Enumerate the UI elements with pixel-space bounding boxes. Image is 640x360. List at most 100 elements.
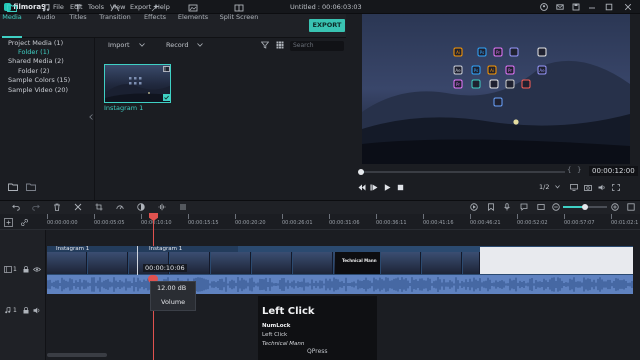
lock-icon[interactable] bbox=[23, 266, 29, 273]
tab-elements[interactable]: Elements bbox=[175, 4, 211, 21]
render-icon[interactable] bbox=[470, 203, 478, 211]
fullscreen-icon[interactable] bbox=[612, 184, 620, 191]
audio-wave-icon[interactable] bbox=[158, 203, 166, 211]
import-dropdown[interactable]: Import bbox=[108, 41, 130, 49]
ruler-tick-mark bbox=[470, 214, 471, 219]
ruler-tick-label: 00:00:00:00 bbox=[47, 220, 78, 226]
video-track-icon bbox=[4, 266, 12, 273]
mail-icon[interactable] bbox=[556, 3, 564, 11]
timeline-scrollbar[interactable] bbox=[47, 353, 107, 357]
rewind-icon[interactable] bbox=[358, 184, 366, 191]
preview-ratio-select[interactable]: 1/2 bbox=[539, 183, 549, 191]
record-dropdown[interactable]: Record bbox=[166, 41, 188, 49]
minimize-icon[interactable] bbox=[588, 3, 596, 11]
screen-recording-frame bbox=[480, 247, 633, 274]
user-icon[interactable] bbox=[540, 3, 548, 11]
collapse-arrow-icon[interactable] bbox=[89, 114, 93, 120]
mark-out-icon[interactable]: } bbox=[577, 166, 581, 174]
tab-split-screen[interactable]: Split Screen bbox=[216, 4, 262, 21]
filter-icon[interactable] bbox=[261, 41, 269, 49]
add-track-icon[interactable] bbox=[4, 218, 13, 227]
window-title: Untitled : 00:06:03:03 bbox=[290, 3, 362, 11]
marker-icon[interactable] bbox=[487, 203, 495, 211]
audio-track[interactable] bbox=[47, 275, 633, 294]
crop-icon[interactable] bbox=[95, 203, 103, 211]
desktop-app-icon bbox=[505, 79, 515, 89]
speed-icon[interactable] bbox=[116, 203, 124, 211]
delete-icon[interactable] bbox=[53, 203, 61, 211]
desktop-app-icon-label: Pr bbox=[508, 68, 512, 73]
sidebar-item-folder-1[interactable]: Folder (1) bbox=[18, 48, 49, 56]
zoom-out-icon[interactable] bbox=[552, 203, 560, 211]
maximize-icon[interactable] bbox=[605, 3, 613, 11]
play-icon[interactable] bbox=[384, 184, 391, 191]
speaker-icon[interactable] bbox=[33, 307, 41, 314]
grid-view-icon[interactable] bbox=[276, 41, 284, 49]
chevron-down-icon bbox=[555, 185, 560, 189]
mark-in-icon[interactable]: { bbox=[567, 166, 571, 174]
volume-icon[interactable] bbox=[598, 184, 606, 191]
sidebar-item-sample-video[interactable]: Sample Video (20) bbox=[8, 86, 68, 94]
export-button[interactable]: EXPORT bbox=[309, 19, 345, 32]
save-icon[interactable] bbox=[572, 3, 580, 11]
new-folder-icon[interactable] bbox=[8, 183, 18, 191]
transition-icon bbox=[110, 4, 120, 12]
zoom-in-icon[interactable] bbox=[611, 203, 619, 211]
settings-icon[interactable] bbox=[179, 203, 187, 211]
stop-icon[interactable] bbox=[397, 184, 404, 191]
redo-icon[interactable] bbox=[32, 203, 40, 211]
play-frame-icon[interactable] bbox=[370, 184, 378, 191]
desktop-app-icon-label: Ae bbox=[539, 68, 545, 73]
tab-effects[interactable]: Effects bbox=[137, 4, 173, 21]
zoom-slider-handle[interactable] bbox=[582, 204, 588, 210]
video-frame-thumbnail bbox=[211, 252, 251, 274]
snapshot-icon[interactable] bbox=[537, 203, 545, 211]
tab-titles[interactable]: Titles bbox=[60, 4, 96, 21]
folder-move-icon[interactable] bbox=[26, 183, 36, 191]
desktop-app-icon-label: Ai bbox=[490, 68, 494, 73]
eye-icon[interactable] bbox=[33, 266, 41, 273]
sidebar-item-sample-colors[interactable]: Sample Colors (15) bbox=[8, 76, 70, 84]
search-input[interactable]: Search bbox=[290, 41, 344, 51]
monitor-icon[interactable] bbox=[570, 184, 578, 191]
playback-progress-track[interactable] bbox=[360, 171, 565, 173]
close-icon[interactable] bbox=[624, 3, 632, 11]
tab-media[interactable]: Media bbox=[0, 4, 30, 21]
microphone-icon[interactable] bbox=[503, 203, 511, 211]
video-frame-thumbnail bbox=[47, 252, 87, 274]
voiceover-icon[interactable] bbox=[520, 203, 528, 211]
audio-waveform bbox=[47, 277, 633, 292]
tab-audio[interactable]: Audio bbox=[28, 4, 64, 21]
ruler-tick-label: 00:01:02:1 bbox=[611, 220, 639, 226]
overlay-brand: QPress bbox=[307, 348, 328, 355]
desktop-app-icon bbox=[471, 79, 481, 89]
ruler-tick-label: 00:00:20:20 bbox=[235, 220, 266, 226]
tab-effects-label: Effects bbox=[143, 13, 167, 21]
chevron-down-icon bbox=[139, 43, 145, 47]
cut-icon[interactable] bbox=[74, 203, 82, 211]
sidebar-item-shared-media[interactable]: Shared Media (2) bbox=[8, 57, 64, 65]
playback-scrubber[interactable] bbox=[358, 169, 364, 175]
lock-icon[interactable] bbox=[23, 307, 29, 314]
video-frame-thumbnail bbox=[88, 252, 128, 274]
fit-timeline-icon[interactable] bbox=[627, 203, 635, 211]
color-icon[interactable] bbox=[137, 203, 145, 211]
ruler-tick-mark bbox=[188, 214, 189, 219]
checkmark-icon bbox=[163, 94, 170, 101]
tab-transition[interactable]: Transition bbox=[97, 4, 133, 21]
snapshot-camera-icon[interactable] bbox=[584, 184, 592, 191]
sidebar-item-folder-2[interactable]: Folder (2) bbox=[18, 67, 49, 75]
overlay-action: Left Click bbox=[262, 332, 288, 338]
sidebar-item-project-media[interactable]: Project Media (1) bbox=[8, 39, 63, 47]
media-thumbnail[interactable] bbox=[104, 64, 171, 103]
audio-track-number: 1 bbox=[13, 307, 17, 314]
clip-label: Instagram 1 bbox=[56, 246, 90, 252]
ruler-tick-label: 00:00:10:10 bbox=[141, 220, 172, 226]
video-track-number: 1 bbox=[13, 266, 17, 273]
video-frame-thumbnail bbox=[381, 252, 421, 274]
undo-icon[interactable] bbox=[12, 203, 20, 211]
link-icon[interactable] bbox=[20, 218, 29, 227]
preview-desktop-image: Ai Ps Pr Ae Ps Ai Pr Ae Pr bbox=[362, 14, 630, 164]
ruler-tick-label: 00:00:57:07 bbox=[564, 220, 595, 226]
volume-label: Volume bbox=[161, 298, 186, 306]
